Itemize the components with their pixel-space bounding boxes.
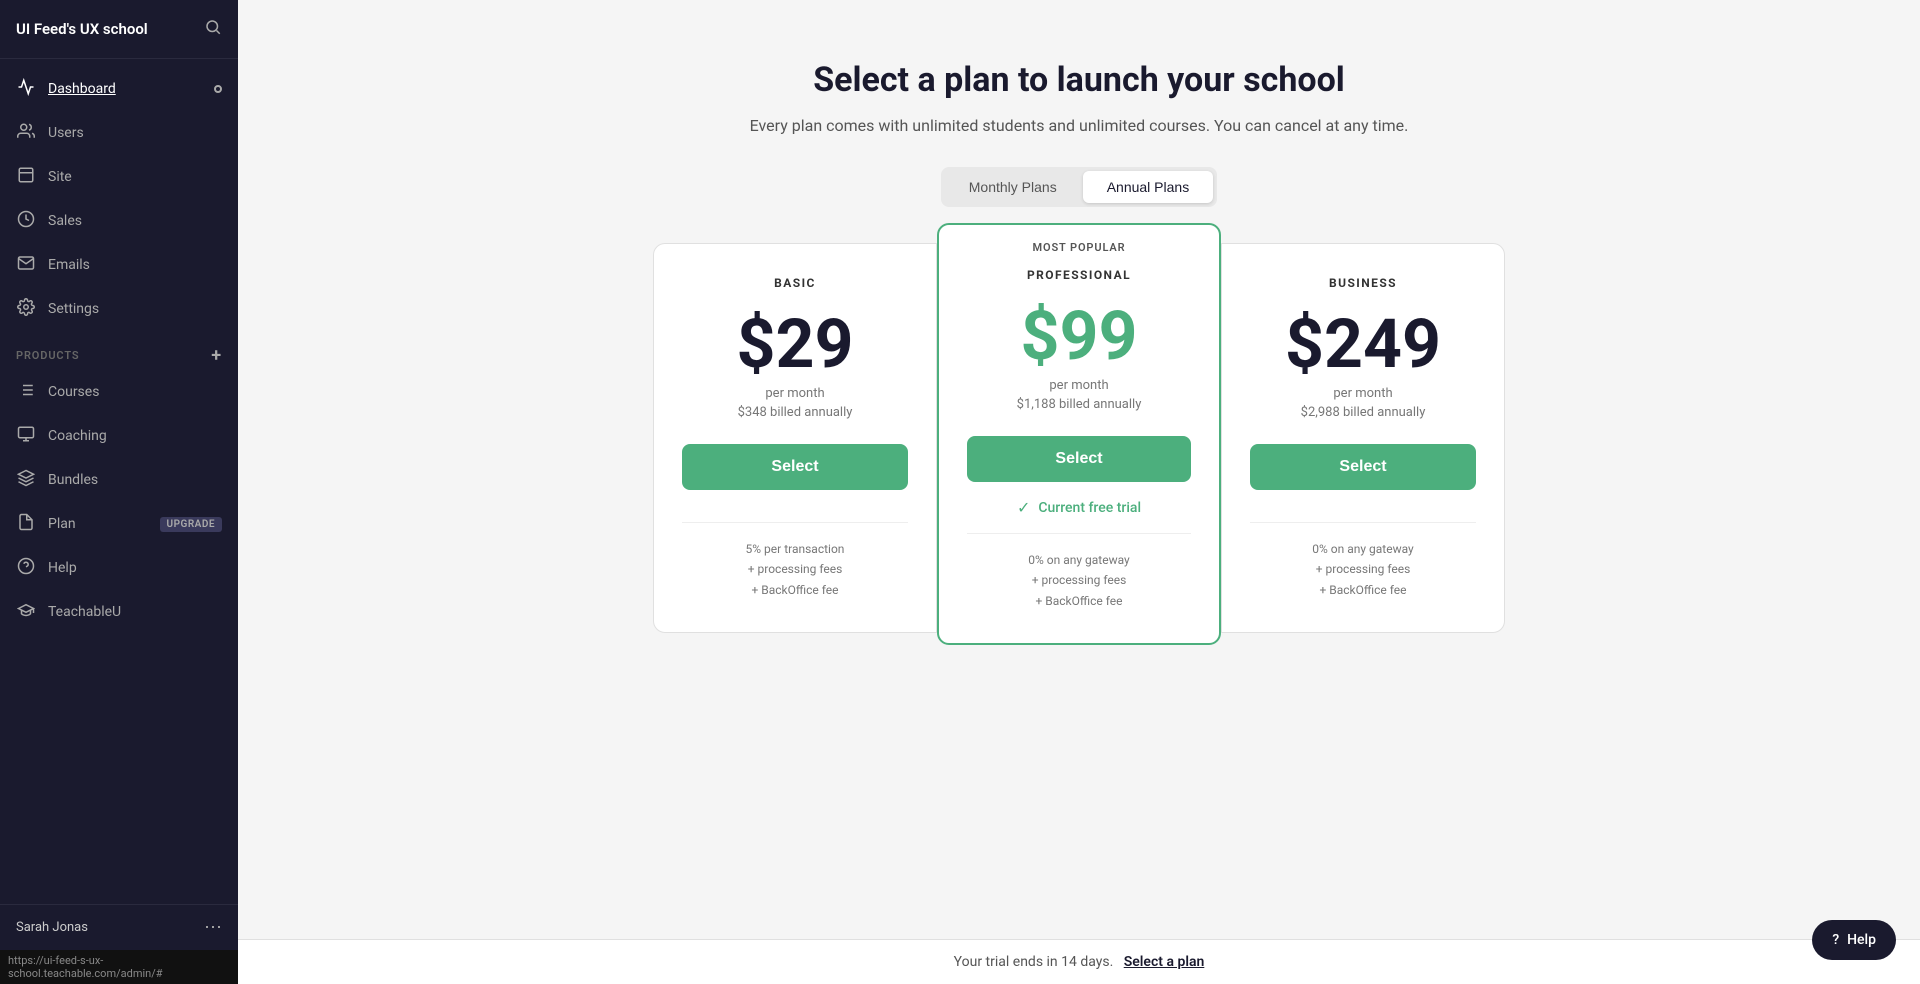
sidebar-item-label: Courses: [48, 384, 99, 400]
billing-toggle: Monthly Plans Annual Plans: [653, 167, 1505, 207]
plan-billing-business: per month: [1250, 386, 1476, 401]
plan-billing-professional: per month: [967, 378, 1191, 393]
sidebar-item-label: Plan: [48, 516, 76, 532]
sidebar-item-label: Help: [48, 560, 77, 576]
pricing-container: Select a plan to launch your school Ever…: [629, 0, 1529, 725]
plan-icon: [16, 513, 36, 535]
plan-fee-professional: 0% on any gateway + processing fees + Ba…: [967, 550, 1191, 611]
plan-card-professional: MOST POPULAR PROFESSIONAL $99 per month …: [937, 223, 1221, 645]
help-icon: [16, 557, 36, 579]
courses-icon: [16, 381, 36, 403]
sidebar-item-label: Sales: [48, 213, 82, 229]
upgrade-badge: UPGRADE: [160, 517, 222, 532]
sales-icon: [16, 210, 36, 232]
sidebar-item-plan[interactable]: Plan UPGRADE: [0, 502, 238, 546]
plan-fee-basic: 5% per transaction + processing fees + B…: [682, 539, 908, 600]
select-button-basic[interactable]: Select: [682, 444, 908, 490]
url-bar: https://ui-feed-s-ux-school.teachable.co…: [0, 950, 238, 984]
products-section-label: PRODUCTS +: [0, 331, 238, 370]
plan-annual-business: $2,988 billed annually: [1250, 405, 1476, 420]
sidebar-footer: Sarah Jonas ⋯: [0, 904, 238, 950]
pricing-subtitle: Every plan comes with unlimited students…: [653, 116, 1505, 135]
app-title: UI Feed's UX school: [16, 20, 148, 38]
plan-price-professional: $99: [967, 302, 1191, 370]
sidebar-item-sales[interactable]: Sales: [0, 199, 238, 243]
chart-icon: [16, 78, 36, 100]
main-content: Select a plan to launch your school Ever…: [238, 0, 1920, 984]
sidebar-item-teachableu[interactable]: TeachableU: [0, 590, 238, 634]
select-button-professional[interactable]: Select: [967, 436, 1191, 482]
plan-price-basic: $29: [682, 310, 908, 378]
sidebar-item-label: Emails: [48, 257, 90, 273]
sidebar-item-label: Settings: [48, 301, 99, 317]
plan-name-basic: BASIC: [682, 276, 908, 290]
site-icon: [16, 166, 36, 188]
sidebar-item-label: TeachableU: [48, 604, 121, 620]
plan-annual-basic: $348 billed annually: [682, 405, 908, 420]
plan-card-basic: BASIC $29 per month $348 billed annually…: [653, 243, 937, 633]
sidebar-item-dashboard[interactable]: Dashboard: [0, 67, 238, 111]
sidebar-item-site[interactable]: Site: [0, 155, 238, 199]
check-icon: ✓: [1017, 498, 1030, 517]
sidebar-header: UI Feed's UX school: [0, 0, 238, 59]
tab-monthly[interactable]: Monthly Plans: [945, 171, 1081, 203]
sidebar: UI Feed's UX school Dashboard Users Site: [0, 0, 238, 984]
plan-annual-professional: $1,188 billed annually: [967, 397, 1191, 412]
settings-icon: [16, 298, 36, 320]
teachableu-icon: [16, 601, 36, 623]
current-trial-badge: ✓ Current free trial: [967, 498, 1191, 517]
trial-bar: Your trial ends in 14 days. Select a pla…: [238, 939, 1920, 984]
sidebar-item-settings[interactable]: Settings: [0, 287, 238, 331]
sidebar-item-label: Dashboard: [48, 81, 116, 97]
sidebar-item-label: Coaching: [48, 428, 107, 444]
sidebar-item-bundles[interactable]: Bundles: [0, 458, 238, 502]
plan-name-business: BUSINESS: [1250, 276, 1476, 290]
search-icon[interactable]: [204, 18, 222, 40]
sidebar-item-label: Users: [48, 125, 84, 141]
plans-grid: BASIC $29 per month $348 billed annually…: [653, 243, 1505, 645]
plan-fee-business: 0% on any gateway + processing fees + Ba…: [1250, 539, 1476, 600]
help-circle-icon: ?: [1832, 932, 1839, 948]
plan-card-business: BUSINESS $249 per month $2,988 billed an…: [1221, 243, 1505, 633]
sidebar-item-courses[interactable]: Courses: [0, 370, 238, 414]
users-icon: [16, 122, 36, 144]
select-plan-link[interactable]: Select a plan: [1124, 954, 1205, 970]
nav-badge: [214, 85, 222, 93]
sidebar-item-users[interactable]: Users: [0, 111, 238, 155]
emails-icon: [16, 254, 36, 276]
bundles-icon: [16, 469, 36, 491]
sidebar-item-emails[interactable]: Emails: [0, 243, 238, 287]
select-button-business[interactable]: Select: [1250, 444, 1476, 490]
add-product-icon[interactable]: +: [211, 345, 222, 366]
sidebar-item-coaching[interactable]: Coaching: [0, 414, 238, 458]
sidebar-item-label: Bundles: [48, 472, 98, 488]
pricing-title: Select a plan to launch your school: [653, 60, 1505, 100]
most-popular-badge: MOST POPULAR: [967, 241, 1191, 254]
user-menu-icon[interactable]: ⋯: [204, 917, 222, 938]
billing-tabs: Monthly Plans Annual Plans: [941, 167, 1217, 207]
tab-annual[interactable]: Annual Plans: [1083, 171, 1214, 203]
sidebar-item-label: Site: [48, 169, 72, 185]
plan-name-professional: PROFESSIONAL: [967, 268, 1191, 282]
help-float-button[interactable]: ? Help: [1812, 920, 1896, 960]
user-name: Sarah Jonas: [16, 920, 88, 935]
coaching-icon: [16, 425, 36, 447]
sidebar-nav: Dashboard Users Site Sales Emails: [0, 59, 238, 904]
sidebar-item-help[interactable]: Help: [0, 546, 238, 590]
plan-price-business: $249: [1250, 310, 1476, 378]
plan-billing-basic: per month: [682, 386, 908, 401]
